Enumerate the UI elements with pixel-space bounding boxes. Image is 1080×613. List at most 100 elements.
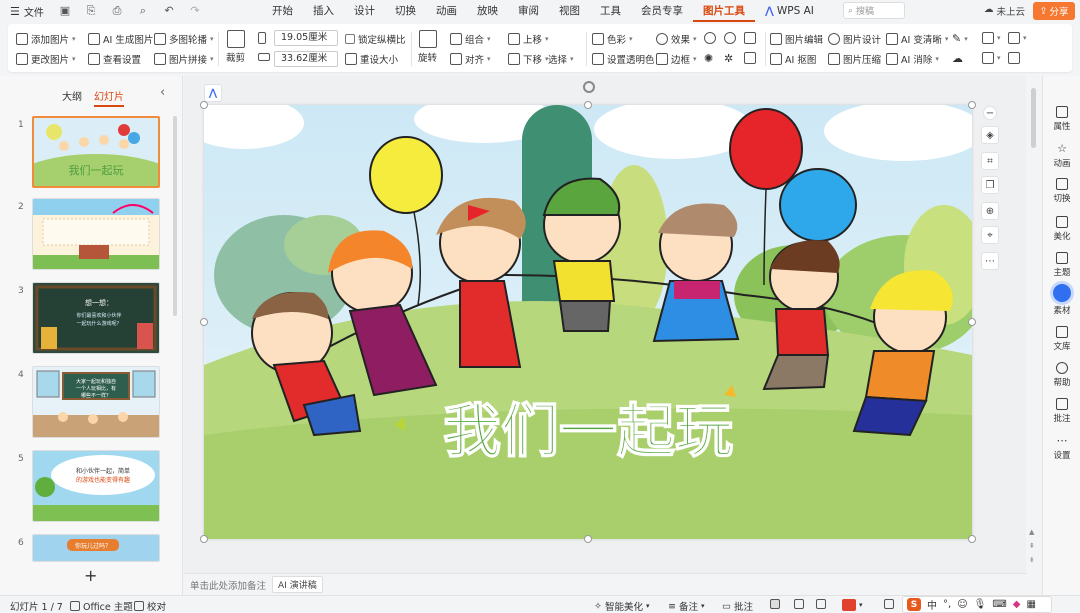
page-down-icon[interactable]: ⇟ — [1029, 556, 1035, 564]
check-button[interactable]: ▾ — [1008, 32, 1027, 44]
rotate-button[interactable]: 旋转 — [418, 30, 437, 64]
normal-view-button[interactable] — [770, 599, 780, 609]
editing-canvas[interactable]: ⋀ 我们一起玩 − ◈ ⌗ ❐ ⊕ ⌖ ⋯ — [184, 76, 1026, 573]
tab-wps-ai[interactable]: ⋀ WPS AI — [755, 0, 824, 22]
slide-thumbnail-2[interactable] — [32, 198, 160, 270]
notes-toggle-button[interactable]: ≡ 备注 ▾ — [668, 599, 705, 613]
tab-review[interactable]: 审阅 — [508, 0, 549, 22]
layers-icon[interactable]: ◈ — [981, 126, 999, 144]
ai-assist-icon[interactable]: ⋀ — [204, 84, 222, 102]
save-icon[interactable]: ▣ — [58, 4, 72, 18]
slide-thumbnail-3[interactable]: 想一想： 你们最喜欢和小伙伴 一起玩什么游戏呢？ — [32, 282, 160, 354]
export-icon[interactable]: ⎘ — [84, 4, 98, 18]
ai-select-icon[interactable]: ⌖ — [981, 226, 999, 244]
sidebar-item-animation[interactable]: ☆ 动画 — [1043, 142, 1080, 169]
group-button[interactable]: 组合 ▾ — [450, 32, 491, 46]
sidebar-item-settings[interactable]: ⋯ 设置 — [1043, 434, 1080, 461]
sidebar-item-properties[interactable]: 属性 — [1043, 106, 1080, 132]
copy-icon[interactable]: ❐ — [981, 176, 999, 194]
ai-cutout-button[interactable]: AI 抠图 — [770, 52, 816, 66]
tab-transition[interactable]: 切换 — [385, 0, 426, 22]
sidebar-item-help[interactable]: 帮助 — [1043, 362, 1080, 388]
notes-bar[interactable]: 单击此处添加备注 AI 演讲稿 — [184, 573, 1027, 595]
emoji-icon[interactable]: ☺ — [957, 599, 967, 610]
fit-window-button[interactable] — [884, 599, 894, 609]
color-button[interactable]: 色彩 ▾ — [592, 32, 633, 46]
panel-scrollbar[interactable] — [173, 116, 177, 316]
print-icon[interactable]: ⎙ — [110, 4, 124, 18]
tab-view[interactable]: 视图 — [549, 0, 590, 22]
tab-insert[interactable]: 插入 — [303, 0, 344, 22]
tab-tools[interactable]: 工具 — [590, 0, 631, 22]
cloud-status[interactable]: ☁ 未上云 — [984, 4, 1025, 18]
ai-generate-image-button[interactable]: AI 生成图片 — [88, 32, 153, 46]
view-settings-button[interactable]: 查看设置 — [88, 52, 141, 66]
proof-button[interactable]: 校对 — [134, 599, 166, 613]
scrollbar-thumb[interactable] — [1031, 88, 1036, 148]
resize-handle-br[interactable] — [968, 535, 976, 543]
file-menu[interactable]: ☰ 文件 — [0, 4, 52, 19]
scroll-up-icon[interactable]: ▲ — [1029, 528, 1034, 536]
sidebar-item-beautify[interactable]: 美化 — [1043, 216, 1080, 242]
ai-change-clear-button[interactable]: AI 变清晰 ▾ — [886, 32, 948, 46]
lock-ratio-checkbox[interactable]: 锁定纵横比 — [345, 32, 406, 46]
brightness-button[interactable] — [704, 32, 716, 44]
image-replace-button[interactable]: ▾ — [982, 32, 1001, 44]
comments-toggle-button[interactable]: ▭ 批注 — [722, 599, 753, 613]
redo-icon[interactable]: ↷ — [188, 4, 202, 18]
share-button[interactable]: ⇪ 分享 — [1033, 2, 1075, 20]
page-up-icon[interactable]: ⇞ — [1029, 542, 1035, 550]
more-icon[interactable]: ⋯ — [981, 252, 999, 270]
resize-handle-t[interactable] — [584, 101, 592, 109]
notes-placeholder[interactable]: 单击此处添加备注 — [190, 578, 266, 592]
crop-tool-icon[interactable]: ⌗ — [981, 152, 999, 170]
sidebar-item-theme[interactable]: 主题 — [1043, 252, 1080, 278]
slide-thumbnail-6[interactable]: 你玩儿过吗？ — [32, 534, 160, 562]
cloud-button[interactable]: ☁ — [952, 52, 963, 65]
zoom-out-icon[interactable]: − — [983, 106, 997, 120]
ai-speech-button[interactable]: AI 演讲稿 — [272, 576, 323, 593]
multi-image-button[interactable]: 多图轮播 ▾ — [154, 32, 214, 46]
ai-remove-button[interactable]: AI 消除 ▾ — [886, 52, 939, 66]
width-input[interactable]: 33.62厘米 — [274, 51, 338, 67]
ime-mode[interactable]: 中 — [927, 597, 937, 612]
menu-grid-icon[interactable]: ▦ — [1026, 599, 1035, 610]
tab-home[interactable]: 开始 — [262, 0, 303, 22]
image-merge-button[interactable]: 图片拼接 ▾ — [154, 52, 214, 66]
image-design-button[interactable]: 图片设计 — [828, 32, 881, 46]
microphone-icon[interactable]: 🎙 — [974, 599, 987, 610]
set-transparent-button[interactable]: 设置透明色 — [592, 52, 655, 66]
frame-button[interactable] — [744, 52, 756, 64]
height-input[interactable]: 19.05厘米 — [274, 30, 338, 46]
align-button[interactable]: 对齐 ▾ — [450, 52, 491, 66]
collapse-panel-icon[interactable]: ‹ — [160, 85, 165, 100]
skin-icon[interactable]: ◆ — [1013, 599, 1021, 610]
pen-button[interactable]: ✎ ▾ — [952, 32, 968, 45]
tab-outline[interactable]: 大纲 — [62, 88, 82, 107]
reset-size-button[interactable]: 重设大小 — [345, 52, 398, 66]
slide-image[interactable]: 我们一起玩 — [204, 105, 972, 539]
effect-button[interactable]: 效果 ▾ — [656, 32, 697, 46]
image-compress-button[interactable]: 图片压缩 — [828, 52, 881, 66]
resize-handle-tl[interactable] — [200, 101, 208, 109]
image-style-button[interactable] — [744, 32, 756, 44]
slideshow-button[interactable]: ▾ — [842, 599, 863, 611]
undo-icon[interactable]: ↶ — [162, 4, 176, 18]
canvas-scrollbar[interactable]: ▲ ⇞ ⇟ — [1027, 76, 1041, 573]
sidebar-item-comment[interactable]: 批注 — [1043, 398, 1080, 424]
keyboard-icon[interactable]: ⌨ — [992, 599, 1006, 610]
zoom-in-icon[interactable]: ⊕ — [981, 202, 999, 220]
resize-handle-b[interactable] — [584, 535, 592, 543]
rotate-handle[interactable] — [583, 81, 595, 93]
add-slide-button[interactable]: + — [84, 566, 97, 585]
change-image-button[interactable]: 更改图片 ▾ — [16, 52, 76, 66]
resize-handle-tr[interactable] — [968, 101, 976, 109]
tab-member[interactable]: 会员专享 — [631, 0, 693, 22]
tab-picture-tools[interactable]: 图片工具 — [693, 0, 755, 22]
search-input[interactable]: ⌕ 搜稿 — [843, 2, 905, 19]
theme-button[interactable]: Office 主题 — [70, 599, 133, 613]
move-up-button[interactable]: 上移 ▾ — [508, 32, 549, 46]
select-button[interactable]: 选择 ▾ — [548, 52, 574, 66]
slide-thumbnail-5[interactable]: 和小伙伴一起，简单 的游戏也能变得有趣 — [32, 450, 160, 522]
move-down-button[interactable]: 下移 ▾ — [508, 52, 549, 66]
